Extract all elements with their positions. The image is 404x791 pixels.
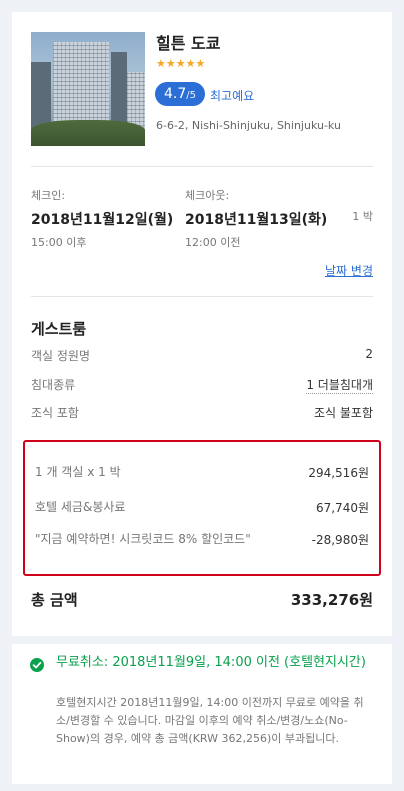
rating-text: 최고예요 — [210, 89, 255, 103]
rating-value: 4.7 — [164, 86, 187, 102]
bed-type-value[interactable]: 1 더블침대개 — [306, 376, 373, 394]
booking-summary-card: 힐튼 도쿄 ★★★★★ 4.7/5 최고예요 6-6-2, Nishi-Shin… — [12, 12, 392, 636]
hotel-address: 6-6-2, Nishi-Shinjuku, Shinjuku-ku — [156, 119, 341, 132]
room-nights-label: 1 개 객실 x 1 박 — [35, 465, 121, 479]
checkin-time: 15:00 이후 — [31, 236, 87, 249]
room-occupancy-value: 2 — [365, 347, 373, 361]
checkin-label: 체크인: — [31, 189, 66, 202]
free-cancellation-title: 무료취소: 2018년11월9일, 14:00 이전 (호텔현지시간) — [56, 655, 366, 670]
checkout-date: 2018년11월13일(화) — [185, 212, 328, 228]
discount-amount: -28,980원 — [311, 533, 369, 547]
checkout-label: 체크아웃: — [185, 189, 230, 202]
nights-count: 1 박 — [352, 210, 373, 223]
tax-service-price: 67,740원 — [315, 501, 369, 515]
change-dates-link[interactable]: 날짜 변경 — [325, 262, 373, 279]
room-type-title: 게스트룸 — [31, 320, 87, 338]
room-occupancy-label: 객실 정원명 — [31, 349, 91, 363]
divider — [31, 296, 373, 297]
rating-badge: 4.7/5 — [155, 82, 205, 106]
total-amount: 333,276원 — [290, 591, 373, 609]
checkout-time: 12:00 이전 — [185, 236, 241, 249]
divider — [31, 166, 373, 167]
discount-label: "지금 예약하면! 시크릿코드 8% 할인코드" — [35, 532, 251, 546]
breakfast-label: 조식 포함 — [31, 406, 79, 420]
rating-max: /5 — [186, 90, 196, 101]
checkin-date: 2018년11월12일(월) — [31, 212, 174, 228]
total-label: 총 금액 — [31, 591, 78, 609]
hotel-photo — [31, 32, 145, 146]
bed-type-label: 침대종류 — [31, 378, 76, 392]
cancellation-policy-card: 무료취소: 2018년11월9일, 14:00 이전 (호텔현지시간) 호텔현지… — [12, 644, 392, 784]
breakfast-value: 조식 불포함 — [313, 406, 373, 420]
tax-service-label: 호텔 세금&봉사료 — [35, 500, 126, 514]
hotel-name: 힐튼 도쿄 — [156, 34, 221, 53]
star-rating-icon: ★★★★★ — [156, 57, 206, 70]
price-breakdown-box: 1 개 객실 x 1 박 294,516원 호텔 세금&봉사료 67,740원 … — [23, 440, 381, 576]
room-nights-price: 294,516원 — [308, 466, 369, 480]
cancellation-description: 호텔현지시간 2018년11월9일, 14:00 이전까지 무료로 예약을 취소… — [56, 696, 364, 745]
check-circle-icon — [30, 658, 44, 672]
